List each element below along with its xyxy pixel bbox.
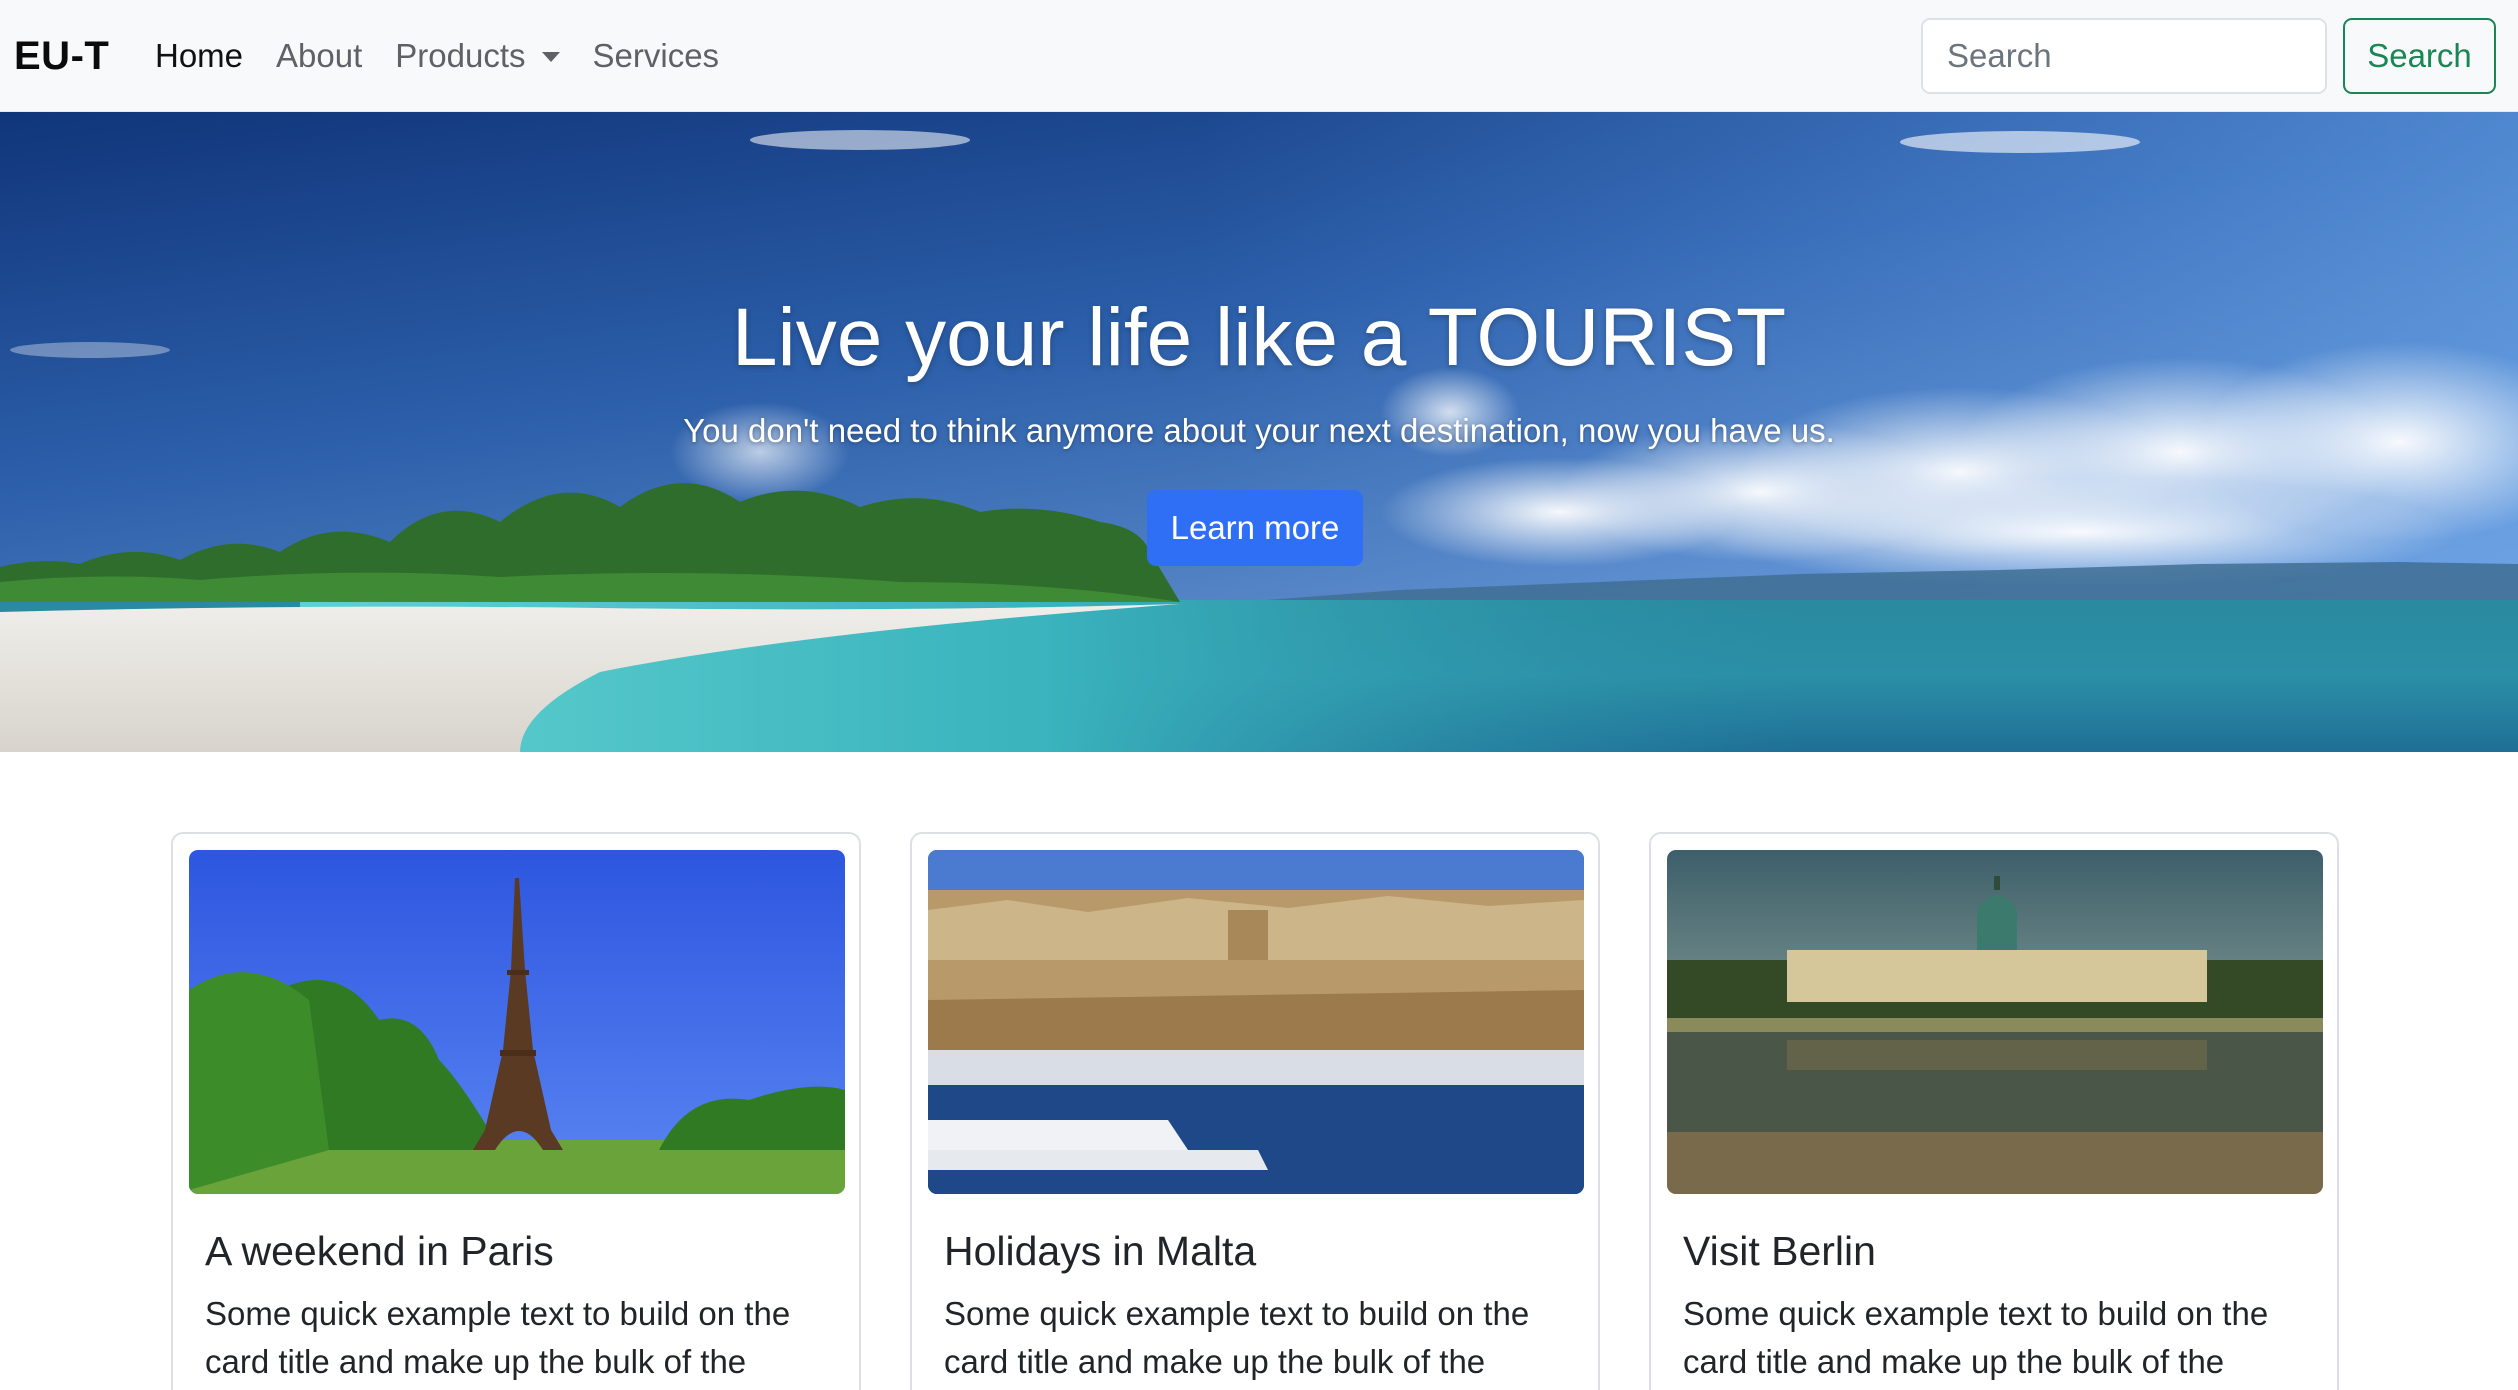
caret-down-icon (541, 52, 560, 62)
nav-links: Home About Products Services (155, 28, 752, 84)
nav-link-about[interactable]: About (276, 28, 362, 84)
berlin-palace-image (1667, 850, 2323, 1194)
search-input[interactable] (1921, 18, 2327, 94)
card-berlin[interactable]: Visit Berlin Some quick example text to … (1649, 832, 2339, 1390)
search-button[interactable]: Search (2343, 18, 2496, 94)
card-text: Some quick example text to build on the … (944, 1295, 1530, 1380)
learn-more-button[interactable]: Learn more (1147, 490, 1363, 566)
card-image-berlin (1667, 850, 2323, 1194)
nav-link-services[interactable]: Services (593, 28, 720, 84)
brand-logo[interactable]: EU-T (14, 28, 109, 84)
card-title: Holidays in Malta (944, 1228, 1257, 1274)
nav-link-products-dropdown[interactable]: Products (395, 28, 560, 84)
nav-link-home[interactable]: Home (155, 28, 243, 84)
navbar: EU-T Home About Products Services Search (0, 0, 2518, 112)
card-malta[interactable]: Holidays in Malta Some quick example tex… (910, 832, 1600, 1390)
hero-subtitle: You don't need to think anymore about yo… (683, 412, 1835, 449)
hero-section: Live your life like a TOURIST You don't … (0, 112, 2518, 752)
card-image-malta (928, 850, 1584, 1194)
malta-harbour-image (928, 850, 1584, 1194)
eiffel-tower-image (189, 850, 845, 1194)
card-title: Visit Berlin (1683, 1228, 1876, 1274)
nav-link-products-label: Products (395, 37, 526, 74)
hero-title: Live your life like a TOURIST (731, 292, 1787, 383)
card-text: Some quick example text to build on the … (205, 1295, 791, 1380)
card-text: Some quick example text to build on the … (1683, 1295, 2269, 1380)
card-paris[interactable]: A weekend in Paris Some quick example te… (171, 832, 861, 1390)
card-title: A weekend in Paris (205, 1228, 554, 1274)
card-image-paris (189, 850, 845, 1194)
